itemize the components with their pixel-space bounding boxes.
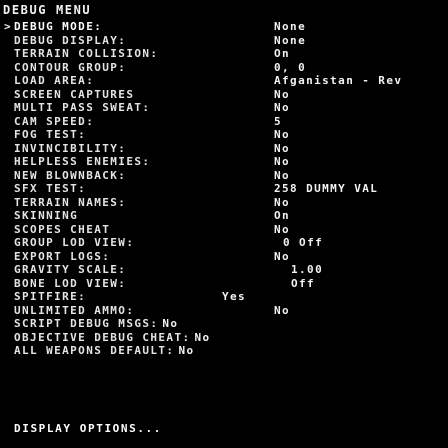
menu-item-label: SKINNING xyxy=(14,209,79,222)
menu-item-group-lod-view[interactable]: GROUP LOD VIEW: 0 Off xyxy=(0,236,448,250)
menu-item-scopes-cheat[interactable]: SCOPES CHEAT No xyxy=(0,223,448,237)
menu-item-value: None xyxy=(274,33,307,47)
menu-item-label: SFX TEST: xyxy=(14,182,87,195)
menu-item-skinning[interactable]: SKINNING On xyxy=(0,209,448,223)
menu-item-value: Afganistan - Rev xyxy=(274,74,403,87)
menu-item-label: LOAD AREA: xyxy=(14,74,95,87)
menu-item-value: No xyxy=(274,168,291,182)
menu-item-label: CAM SPEED: xyxy=(14,114,95,128)
menu-item-value: No xyxy=(274,128,291,141)
menu-item-label: HELPLESS ENEMIES: xyxy=(14,155,151,168)
menu-item-value: Yes xyxy=(222,290,247,303)
menu-item-value: No xyxy=(274,249,291,263)
menu-item-value: No xyxy=(274,303,291,317)
menu-item-label: BONE LOD VIEW: xyxy=(14,276,127,290)
menu-item-new-blownback[interactable]: NEW BLOWNBACK: No xyxy=(0,169,448,183)
menu-item-value: No xyxy=(274,87,291,101)
menu-item-multi-pass-sweat[interactable]: MULTI PASS SWEAT: No xyxy=(0,101,448,115)
menu-item-value: No xyxy=(274,141,291,155)
menu-item-value: No xyxy=(274,101,291,114)
menu-item-load-area[interactable]: LOAD AREA: Afganistan - Rev xyxy=(0,74,448,88)
menu-item-debug-display[interactable]: DEBUG DISPLAY: None xyxy=(0,34,448,48)
menu-item-label: NEW BLOWNBACK: xyxy=(14,168,127,182)
menu-item-screen-captures[interactable]: SCREEN CAPTURES No xyxy=(0,88,448,102)
menu-item-gravity-scale[interactable]: GRAVITY SCALE: 1.00 xyxy=(0,263,448,277)
menu-item-label: GRAVITY SCALE: xyxy=(14,263,127,276)
menu-item-label: GROUP LOD VIEW: xyxy=(14,236,135,249)
menu-item-value: 5 xyxy=(274,114,283,128)
menu-item-helpless-enemies[interactable]: HELPLESS ENEMIES: No xyxy=(0,155,448,169)
menu-item-value: No xyxy=(274,195,291,209)
menu-item-sfx-test[interactable]: SFX TEST: 258 DUMMY VAL xyxy=(0,182,448,196)
menu-item-label: MULTI PASS SWEAT: xyxy=(14,101,151,114)
menu-item-value: No xyxy=(274,222,291,236)
selection-cursor-icon: > xyxy=(4,20,13,33)
menu-item-value: 258 DUMMY VAL xyxy=(274,182,379,195)
menu-item-terrain-collision[interactable]: TERRAIN COLLISION: On xyxy=(0,47,448,61)
menu-item-value: Off xyxy=(291,276,316,290)
menu-item-label: UNLIMITED AMMO: xyxy=(14,303,135,317)
menu-item-label: TERRAIN NAMES: xyxy=(14,195,127,209)
menu-item-value: No xyxy=(178,344,195,357)
menu-item-value: No xyxy=(194,330,211,344)
menu-item-label: EXPORT LOGS: xyxy=(14,249,111,263)
menu-item-cam-speed[interactable]: CAM SPEED: 5 xyxy=(0,115,448,129)
menu-item-label: SCRIPT DEBUG MSGS: No xyxy=(14,317,179,330)
menu-item-unlimited-ammo[interactable]: UNLIMITED AMMO: No xyxy=(0,304,448,318)
menu-item-label: INVINCIBILITY: xyxy=(14,141,127,155)
menu-item-value: 0 Off xyxy=(283,236,324,249)
menu-item-value: On xyxy=(274,209,291,222)
menu-item-spitfire[interactable]: SPITFIRE: Yes xyxy=(0,290,448,304)
menu-item-debug-mode[interactable]: > DEBUG MODE: None xyxy=(0,20,448,34)
menu-item-bone-lod-view[interactable]: BONE LOD VIEW: Off xyxy=(0,277,448,291)
display-options-link[interactable]: DISPLAY OPTIONS... xyxy=(14,422,162,436)
menu-item-label: CONTOUR GROUP: xyxy=(14,60,127,74)
menu-item-value: On xyxy=(274,47,291,60)
menu-item-terrain-names[interactable]: TERRAIN NAMES: No xyxy=(0,196,448,210)
menu-item-script-debug-msgs[interactable]: SCRIPT DEBUG MSGS: No xyxy=(0,317,448,331)
menu-item-label: DEBUG DISPLAY: xyxy=(14,33,127,47)
menu-item-invincibility[interactable]: INVINCIBILITY: No xyxy=(0,142,448,156)
menu-item-contour-group[interactable]: CONTOUR GROUP: 0, 0 xyxy=(0,61,448,75)
menu-item-fog-test[interactable]: FOG TEST: No xyxy=(0,128,448,142)
menu-item-value: 0, 0 xyxy=(274,60,307,74)
menu-item-label: SCREEN CAPTURES xyxy=(14,87,135,101)
menu-item-label: SPITFIRE: xyxy=(14,290,87,303)
debug-menu-list: > DEBUG MODE: None DEBUG DISPLAY: None T… xyxy=(0,20,448,358)
menu-item-objective-debug-cheat[interactable]: OBJECTIVE DEBUG CHEAT: No xyxy=(0,331,448,345)
menu-title: DEBUG MENU xyxy=(3,3,92,17)
menu-item-label: ALL WEAPONS DEFAULT: No xyxy=(14,344,195,357)
menu-item-label: OBJECTIVE DEBUG CHEAT: No xyxy=(14,330,211,344)
menu-item-label: DEBUG MODE: xyxy=(14,20,103,33)
menu-item-label: TERRAIN COLLISION: xyxy=(14,47,159,60)
menu-item-value: 1.00 xyxy=(291,263,324,276)
menu-item-value: No xyxy=(162,317,179,330)
menu-item-export-logs[interactable]: EXPORT LOGS: No xyxy=(0,250,448,264)
menu-item-label: SCOPES CHEAT xyxy=(14,222,111,236)
menu-item-all-weapons-default[interactable]: ALL WEAPONS DEFAULT: No xyxy=(0,344,448,358)
menu-item-label: FOG TEST: xyxy=(14,128,87,141)
menu-item-value: None xyxy=(274,20,307,33)
menu-item-value: No xyxy=(274,155,291,168)
